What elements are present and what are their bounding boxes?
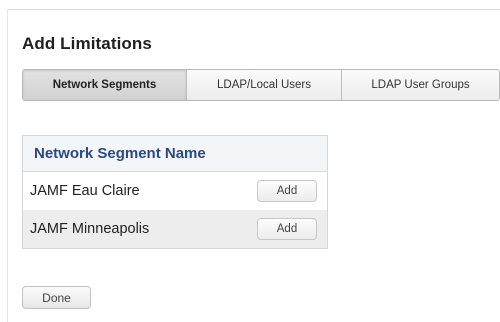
- tab-network-segments[interactable]: Network Segments: [23, 70, 187, 100]
- limitation-tabs: Network Segments LDAP/Local Users LDAP U…: [22, 69, 500, 101]
- network-segment-table: Network Segment Name JAMF Eau Claire Add…: [22, 135, 328, 249]
- tab-ldap-user-groups[interactable]: LDAP User Groups: [342, 70, 499, 100]
- add-button[interactable]: Add: [257, 218, 317, 240]
- table-row: JAMF Eau Claire Add: [23, 172, 327, 210]
- top-divider: [7, 9, 500, 10]
- done-button[interactable]: Done: [22, 286, 91, 309]
- segment-name: JAMF Minneapolis: [30, 221, 150, 237]
- add-button[interactable]: Add: [257, 180, 317, 202]
- segment-name: JAMF Eau Claire: [30, 183, 140, 199]
- page-title: Add Limitations: [22, 34, 152, 53]
- tab-ldap-local-users[interactable]: LDAP/Local Users: [187, 70, 342, 100]
- left-divider: [7, 9, 8, 322]
- table-row: JAMF Minneapolis Add: [23, 210, 327, 248]
- table-header: Network Segment Name: [23, 136, 327, 172]
